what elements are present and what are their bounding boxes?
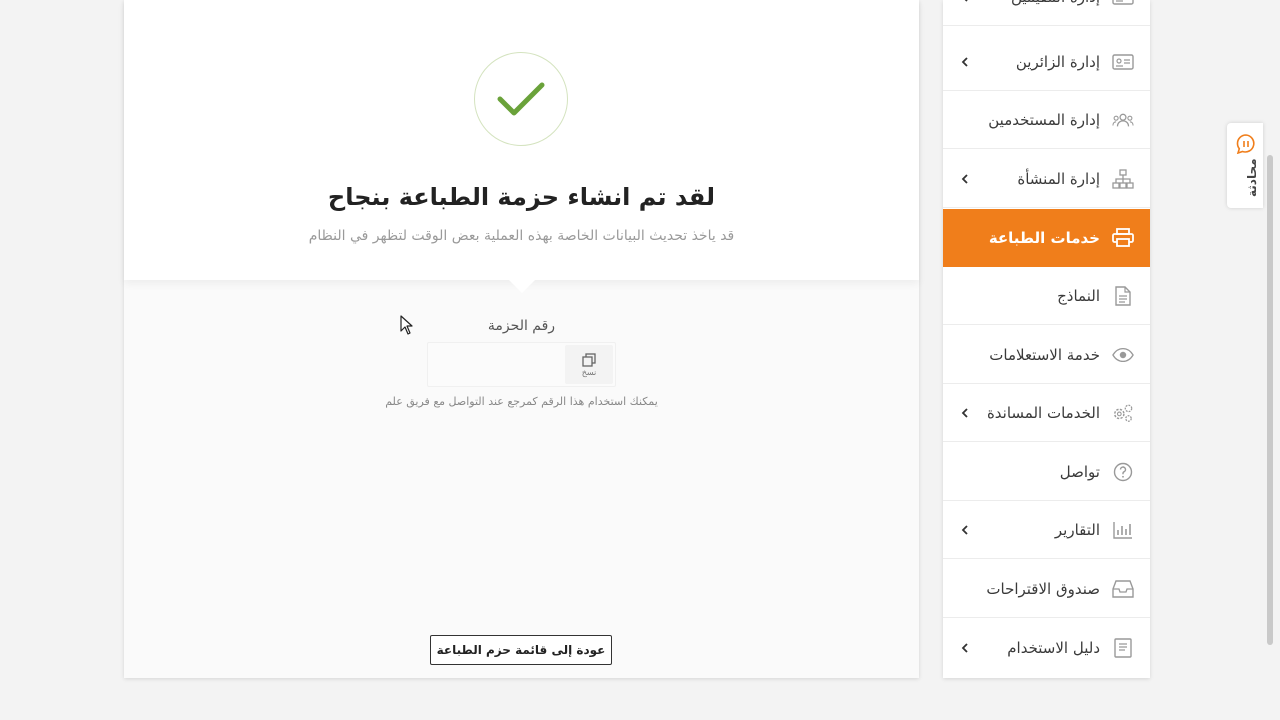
success-check-icon bbox=[474, 52, 568, 146]
sidebar-item-contact[interactable]: تواصل bbox=[943, 443, 1150, 501]
copy-label: نسخ bbox=[581, 367, 597, 377]
sidebar-item-inquiries[interactable]: خدمة الاستعلامات bbox=[943, 326, 1150, 384]
package-hint: يمكنك استخدام هذا الرقم كمرجع عند التواص… bbox=[385, 395, 658, 408]
chevron-left-icon bbox=[964, 0, 968, 2]
manual-icon bbox=[1112, 637, 1134, 659]
success-title: لقد تم انشاء حزمة الطباعة بنجاح bbox=[327, 183, 716, 211]
chat-tab[interactable]: محادثة bbox=[1227, 123, 1263, 208]
main-card: لقد تم انشاء حزمة الطباعة بنجاح قد ياخذ … bbox=[124, 0, 919, 678]
id-card-icon bbox=[1112, 0, 1134, 8]
visitor-card-icon bbox=[1112, 51, 1134, 73]
success-panel: لقد تم انشاء حزمة الطباعة بنجاح قد ياخذ … bbox=[124, 0, 919, 280]
eye-icon bbox=[1112, 344, 1134, 366]
sidebar-item-label: صندوق الاقتراحات bbox=[986, 580, 1100, 598]
back-to-print-packages-button[interactable]: عودة إلى قائمة حزم الطباعة bbox=[430, 635, 612, 665]
sidebar-item-user-guide[interactable]: دليل الاستخدام bbox=[943, 619, 1150, 677]
chevron-left-icon bbox=[961, 643, 968, 653]
sidebar-item-label: النماذج bbox=[1057, 287, 1100, 305]
copy-button[interactable]: نسخ bbox=[565, 345, 613, 384]
sidebar-item-label: دليل الاستخدام bbox=[1007, 639, 1100, 657]
sidebar-item-label: خدمات الطباعة bbox=[988, 229, 1100, 247]
users-icon bbox=[1112, 109, 1134, 131]
sidebar-item-print-services[interactable]: خدمات الطباعة bbox=[943, 209, 1150, 267]
sidebar-item-forms[interactable]: النماذج bbox=[943, 267, 1150, 325]
chevron-left-icon bbox=[961, 57, 968, 67]
sidebar-item-label: تواصل bbox=[1059, 463, 1100, 481]
sidebar-item-label: إدارة الزائرين bbox=[1015, 53, 1100, 71]
inbox-icon bbox=[1112, 578, 1134, 600]
sidebar-item-residents[interactable]: إدارة المقيمين bbox=[943, 0, 1150, 26]
panel-pointer bbox=[509, 280, 535, 293]
org-chart-icon bbox=[1112, 168, 1134, 190]
package-number-field: نسخ bbox=[427, 342, 616, 387]
sidebar-item-suggestions[interactable]: صندوق الاقتراحات bbox=[943, 560, 1150, 618]
gears-icon bbox=[1112, 402, 1134, 424]
copy-icon bbox=[582, 352, 596, 367]
sidebar-item-label: إدارة المستخدمين bbox=[988, 111, 1100, 129]
sidebar-item-facility[interactable]: إدارة المنشأة bbox=[943, 150, 1150, 208]
chat-label: محادثة bbox=[1245, 158, 1259, 197]
sidebar-item-reports[interactable]: التقارير bbox=[943, 501, 1150, 559]
package-number-value bbox=[432, 343, 562, 386]
sidebar-item-users[interactable]: إدارة المستخدمين bbox=[943, 91, 1150, 149]
chevron-left-icon bbox=[961, 525, 968, 535]
scrollbar[interactable] bbox=[1267, 155, 1273, 645]
sidebar-item-label: الخدمات المساندة bbox=[986, 404, 1100, 422]
chat-bubble-icon bbox=[1236, 134, 1255, 154]
chevron-left-icon bbox=[961, 174, 968, 184]
package-number-label: رقم الحزمة bbox=[487, 318, 556, 334]
sidebar-item-label: إدارة المقيمين bbox=[1011, 0, 1100, 26]
question-icon bbox=[1112, 461, 1134, 483]
sidebar: إدارة المقيمين إدارة الزائرين إدارة المس… bbox=[943, 0, 1150, 678]
mouse-cursor-icon bbox=[400, 315, 413, 335]
bar-chart-icon bbox=[1112, 519, 1134, 541]
sidebar-item-visitors[interactable]: إدارة الزائرين bbox=[943, 33, 1150, 91]
sidebar-item-label: إدارة المنشأة bbox=[1017, 170, 1100, 188]
sidebar-item-label: التقارير bbox=[1054, 521, 1100, 539]
success-subtitle: قد ياخذ تحديث البيانات الخاصة بهذه العمل… bbox=[308, 228, 735, 244]
sidebar-item-label: خدمة الاستعلامات bbox=[989, 346, 1100, 364]
document-icon bbox=[1112, 285, 1134, 307]
printer-icon bbox=[1112, 227, 1134, 249]
chevron-left-icon bbox=[961, 408, 968, 418]
sidebar-item-support-services[interactable]: الخدمات المساندة bbox=[943, 384, 1150, 442]
